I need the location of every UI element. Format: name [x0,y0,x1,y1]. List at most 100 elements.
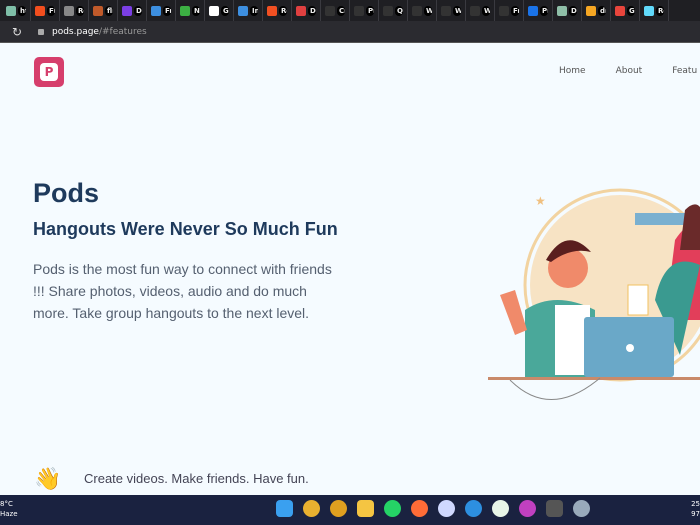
utility-icon[interactable] [573,500,590,517]
tab-label: N [192,5,200,16]
browser-tab[interactable]: Pr [524,0,553,21]
tab-favicon-icon [615,5,625,16]
tab-label: Fr [163,5,171,16]
tab-label: Q [395,5,403,16]
tab-label: di [598,5,606,16]
nav-about[interactable]: About [616,66,643,76]
tab-favicon-icon [325,5,335,16]
browser-tab[interactable]: Fi [31,0,60,21]
main-nav: Home About Featu [559,66,700,76]
browser-tab[interactable]: N [176,0,205,21]
tab-label: Re [656,5,664,16]
browser-tab[interactable]: D [553,0,582,21]
start-icon[interactable] [276,500,293,517]
tab-favicon-icon [35,5,45,16]
browser-tab[interactable]: Fr [147,0,176,21]
tab-favicon-icon [528,5,538,16]
tab-label: W [453,5,461,16]
hero-illustration: ★ [488,188,700,400]
tab-label: In [250,5,258,16]
cable [509,377,601,400]
tab-label: ht [18,5,26,16]
desk [488,377,700,380]
tab-label: fli [105,5,113,16]
page-title: Pods [33,178,100,208]
tab-favicon-icon [383,5,393,16]
browser-tab[interactable]: W [408,0,437,21]
browser-tab[interactable]: G [205,0,234,21]
tab-favicon-icon [64,5,74,16]
taskbar: 8°C Haze 25 97 [0,495,700,525]
browser-tab[interactable]: W [437,0,466,21]
whatsapp-icon[interactable] [384,500,401,517]
vscode-icon[interactable] [465,500,482,517]
tab-favicon-icon [441,5,451,16]
tab-label: Fi [47,5,55,16]
terminal-icon[interactable] [546,500,563,517]
tab-favicon-icon [93,5,103,16]
logo-letter: P [40,63,58,81]
waving-hand-icon: 👋 [34,467,62,492]
tab-favicon-icon [412,5,422,16]
tab-favicon-icon [238,5,248,16]
url-path: /#features [98,26,147,37]
tab-label: Fr [511,5,519,16]
browser-tab[interactable]: Fr [495,0,524,21]
chrome-icon[interactable] [303,500,320,517]
tab-label: G [627,5,635,16]
url-input[interactable]: pods.page/#features [34,22,700,41]
tab-label: D [308,5,316,16]
coffee-cup [627,284,649,316]
browser-tab[interactable]: Re [263,0,292,21]
reload-icon[interactable]: ↻ [12,25,26,39]
tab-label: G [221,5,229,16]
clock-time: 25 [691,500,700,508]
browser-tab[interactable]: Pr [350,0,379,21]
taskbar-apps [276,500,590,517]
weather-widget[interactable]: 8°C Haze [0,499,18,519]
nav-features[interactable]: Featu [672,66,697,76]
girl-hair [680,204,700,250]
boy-hand [500,290,527,335]
browser-tab[interactable]: D [292,0,321,21]
file-explorer-icon[interactable] [357,500,374,517]
tab-label: Re [279,5,287,16]
browser-tab[interactable]: ht [2,0,31,21]
browser-tab[interactable]: Re [640,0,669,21]
clock-date: 97 [691,510,700,518]
mongodb-icon[interactable] [492,500,509,517]
browser-tab[interactable]: Cr [321,0,350,21]
tab-favicon-icon [470,5,480,16]
page-subtitle: Hangouts Were Never So Much Fun [33,219,338,239]
tab-favicon-icon [586,5,596,16]
tab-favicon-icon [209,5,219,16]
app-store-icon[interactable] [438,500,455,517]
star-decoration: ★ [535,194,546,208]
tab-label: Pr [540,5,548,16]
tab-label: Pr [366,5,374,16]
postman-icon[interactable] [411,500,428,517]
browser-tab[interactable]: D [118,0,147,21]
chrome-canary-icon[interactable] [330,500,347,517]
address-bar-row: ↻ pods.page/#features [0,21,700,43]
browser-tab[interactable]: fli [89,0,118,21]
lock-icon [38,28,44,35]
tab-favicon-icon [557,5,567,16]
browser-tab[interactable]: W [466,0,495,21]
intellij-icon[interactable] [519,500,536,517]
browser-tab[interactable]: di [582,0,611,21]
clock[interactable]: 25 97 [691,499,700,519]
tab-strip: ht Fi Re fli D Fr N G In Re D Cr Pr Q W W W Fr Pr Ddi G Re [0,0,700,21]
browser-tab[interactable]: Re [60,0,89,21]
tab-favicon-icon [122,5,132,16]
tab-favicon-icon [354,5,364,16]
browser-tab[interactable]: G [611,0,640,21]
tab-favicon-icon [6,5,16,16]
web-page: P Home About Featu Pods Hangouts Were Ne… [0,43,700,495]
browser-tab[interactable]: In [234,0,263,21]
pods-logo[interactable]: P [34,57,64,87]
page-description: Pods is the most fun way to connect with… [33,261,332,321]
browser-tab[interactable]: Q [379,0,408,21]
laptop-logo [626,344,634,352]
nav-home[interactable]: Home [559,66,586,76]
